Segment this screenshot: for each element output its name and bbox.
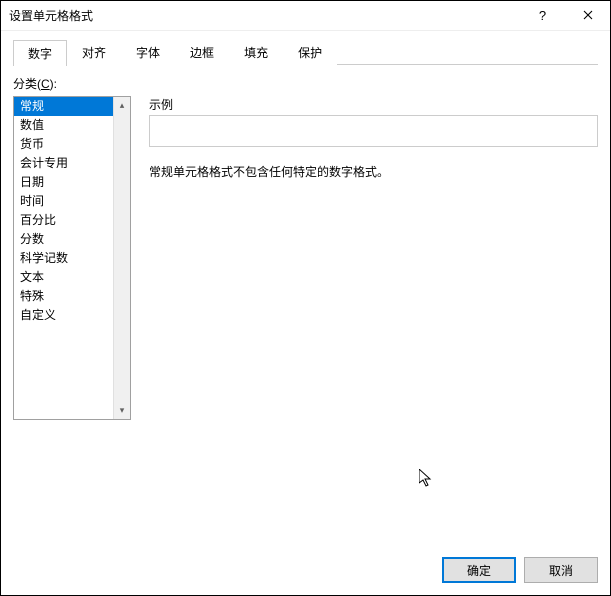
sample-box <box>149 115 598 147</box>
list-item[interactable]: 数值 <box>14 116 113 135</box>
category-label: 分类(C): <box>13 75 598 92</box>
cursor-icon <box>419 469 435 492</box>
dialog-window: 设置单元格格式 ? 数字对齐字体边框填充保护 分类(C): 常规数值货币会计专用… <box>0 0 611 596</box>
right-pane: 示例 常规单元格格式不包含任何特定的数字格式。 <box>149 96 598 420</box>
ok-button[interactable]: 确定 <box>442 557 516 583</box>
format-description: 常规单元格格式不包含任何特定的数字格式。 <box>149 163 598 180</box>
list-item[interactable]: 会计专用 <box>14 154 113 173</box>
list-item[interactable]: 文本 <box>14 268 113 287</box>
list-item[interactable]: 百分比 <box>14 211 113 230</box>
list-item[interactable]: 时间 <box>14 192 113 211</box>
list-item[interactable]: 常规 <box>14 97 113 116</box>
scroll-up-icon[interactable]: ▴ <box>114 97 130 114</box>
category-items: 常规数值货币会计专用日期时间百分比分数科学记数文本特殊自定义 <box>14 97 113 419</box>
close-button[interactable] <box>565 1 610 31</box>
list-item[interactable]: 科学记数 <box>14 249 113 268</box>
tab-1[interactable]: 对齐 <box>67 39 121 65</box>
tab-3[interactable]: 边框 <box>175 39 229 65</box>
tab-0[interactable]: 数字 <box>13 40 67 66</box>
tab-2[interactable]: 字体 <box>121 39 175 65</box>
help-button[interactable]: ? <box>520 1 565 31</box>
sample-label: 示例 <box>149 96 598 113</box>
cancel-button[interactable]: 取消 <box>524 557 598 583</box>
list-item[interactable]: 分数 <box>14 230 113 249</box>
tab-4[interactable]: 填充 <box>229 39 283 65</box>
titlebar: 设置单元格格式 ? <box>1 1 610 31</box>
list-item[interactable]: 特殊 <box>14 287 113 306</box>
listbox-scrollbar[interactable]: ▴ ▾ <box>113 97 130 419</box>
list-item[interactable]: 货币 <box>14 135 113 154</box>
button-row: 确定 取消 <box>442 557 598 583</box>
dialog-body: 数字对齐字体边框填充保护 分类(C): 常规数值货币会计专用日期时间百分比分数科… <box>1 31 610 595</box>
list-item[interactable]: 自定义 <box>14 306 113 325</box>
scroll-down-icon[interactable]: ▾ <box>114 402 130 419</box>
tabstrip: 数字对齐字体边框填充保护 <box>13 39 598 65</box>
window-title: 设置单元格格式 <box>9 7 520 24</box>
category-listbox[interactable]: 常规数值货币会计专用日期时间百分比分数科学记数文本特殊自定义 ▴ ▾ <box>13 96 131 420</box>
tab-content-number: 分类(C): 常规数值货币会计专用日期时间百分比分数科学记数文本特殊自定义 ▴ … <box>13 65 598 420</box>
main-area: 常规数值货币会计专用日期时间百分比分数科学记数文本特殊自定义 ▴ ▾ 示例 常规… <box>13 96 598 420</box>
list-item[interactable]: 日期 <box>14 173 113 192</box>
close-icon <box>583 9 593 23</box>
tab-5[interactable]: 保护 <box>283 39 337 65</box>
